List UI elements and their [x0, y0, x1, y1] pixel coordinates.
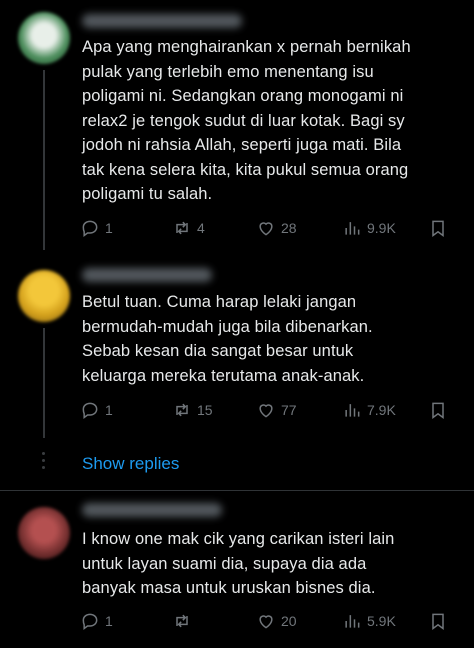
- views-icon: [345, 404, 360, 417]
- author-name-blurred[interactable]: [82, 503, 222, 517]
- like-icon: [259, 222, 273, 236]
- views-count: 5.9K: [367, 613, 396, 629]
- post-text: I know one mak cik yang carikan isteri l…: [82, 530, 395, 597]
- thread-line: [43, 328, 45, 438]
- reply-count: 1: [105, 613, 113, 629]
- post-text: Apa yang menghairankan x pernah bernikah…: [82, 38, 411, 203]
- show-replies-link[interactable]: Show replies: [82, 454, 179, 474]
- post-text: Betul tuan. Cuma harap lelaki jangan ber…: [82, 293, 373, 385]
- post-actions: 1 4 28 9.9K: [80, 218, 460, 240]
- like-icon: [259, 404, 273, 418]
- post-1[interactable]: Apa yang menghairankan x pernah bernikah…: [0, 0, 474, 250]
- repost-icon: [176, 403, 188, 417]
- views-button[interactable]: 7.9K: [342, 400, 396, 420]
- bookmark-button[interactable]: [428, 400, 448, 420]
- like-count: 77: [281, 402, 297, 418]
- repost-button[interactable]: [172, 611, 197, 631]
- repost-button[interactable]: 15: [172, 400, 213, 420]
- reply-button[interactable]: 1: [80, 218, 113, 238]
- post-actions: 1 15 77 7.9K: [80, 400, 460, 422]
- views-button[interactable]: 9.9K: [342, 218, 396, 238]
- post-2[interactable]: Betul tuan. Cuma harap lelaki jangan ber…: [0, 248, 474, 438]
- bookmark-button[interactable]: [428, 611, 448, 631]
- like-count: 20: [281, 613, 297, 629]
- reply-button[interactable]: 1: [80, 611, 113, 631]
- views-button[interactable]: 5.9K: [342, 611, 396, 631]
- reply-button[interactable]: 1: [80, 400, 113, 420]
- repost-button[interactable]: 4: [172, 218, 205, 238]
- like-button[interactable]: 20: [256, 611, 297, 631]
- repost-icon: [176, 221, 188, 235]
- bookmark-icon: [432, 613, 444, 630]
- bookmark-icon: [432, 402, 444, 419]
- thread-continuation-dots: [42, 452, 46, 473]
- post-actions: 1 20 5.9K: [80, 611, 460, 633]
- repost-count: 4: [197, 220, 205, 236]
- reply-count: 1: [105, 220, 113, 236]
- avatar[interactable]: [18, 12, 70, 64]
- bookmark-icon: [432, 220, 444, 237]
- like-button[interactable]: 28: [256, 218, 297, 238]
- repost-count: 15: [197, 402, 213, 418]
- post-3[interactable]: I know one mak cik yang carikan isteri l…: [0, 491, 474, 648]
- like-button[interactable]: 77: [256, 400, 297, 420]
- reply-icon: [82, 402, 98, 419]
- like-count: 28: [281, 220, 297, 236]
- author-name-blurred[interactable]: [82, 268, 212, 282]
- views-icon: [345, 615, 360, 628]
- views-count: 7.9K: [367, 402, 396, 418]
- avatar[interactable]: [18, 507, 70, 559]
- bookmark-button[interactable]: [428, 218, 448, 238]
- views-count: 9.9K: [367, 220, 396, 236]
- thread-line: [43, 70, 45, 250]
- reply-icon: [82, 220, 98, 237]
- avatar[interactable]: [18, 270, 70, 322]
- views-icon: [345, 222, 360, 235]
- reply-icon: [82, 613, 98, 630]
- reply-count: 1: [105, 402, 113, 418]
- author-name-blurred[interactable]: [82, 14, 242, 28]
- like-icon: [259, 615, 273, 629]
- repost-icon: [176, 614, 188, 628]
